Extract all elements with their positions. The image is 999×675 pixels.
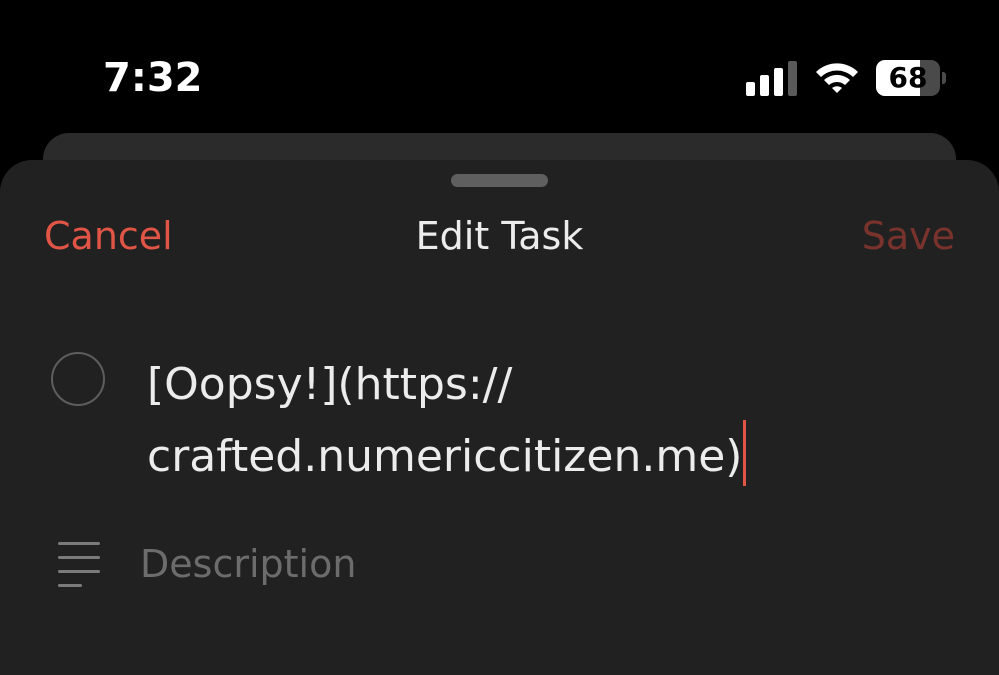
save-button[interactable]: Save [862,210,955,262]
text-cursor [743,420,747,486]
task-title-line-1: [Oopsy!](https:// [147,359,513,410]
status-time: 7:32 [103,55,203,101]
edit-task-sheet: Cancel Edit Task Save [Oopsy!](https://c… [0,160,999,675]
battery-icon: 68 [876,60,946,96]
battery-nub [942,72,946,84]
task-complete-checkbox[interactable] [51,352,105,406]
cancel-button[interactable]: Cancel [44,210,173,262]
sheet-grabber-handle[interactable] [451,174,548,187]
battery-percent: 68 [888,61,928,94]
wifi-icon [816,63,858,93]
screen: 7:32 68 Cancel Edit Task Save [Oopsy!](h… [0,0,999,675]
description-lines-icon [58,542,102,588]
task-title-input[interactable]: [Oopsy!](https:// crafted.numericcitizen.… [147,350,947,492]
battery-body: 68 [876,60,940,96]
signal-icon [746,60,798,96]
task-title-line-2: crafted.numericcitizen.me) [147,431,743,482]
description-input[interactable]: Description [140,538,356,590]
